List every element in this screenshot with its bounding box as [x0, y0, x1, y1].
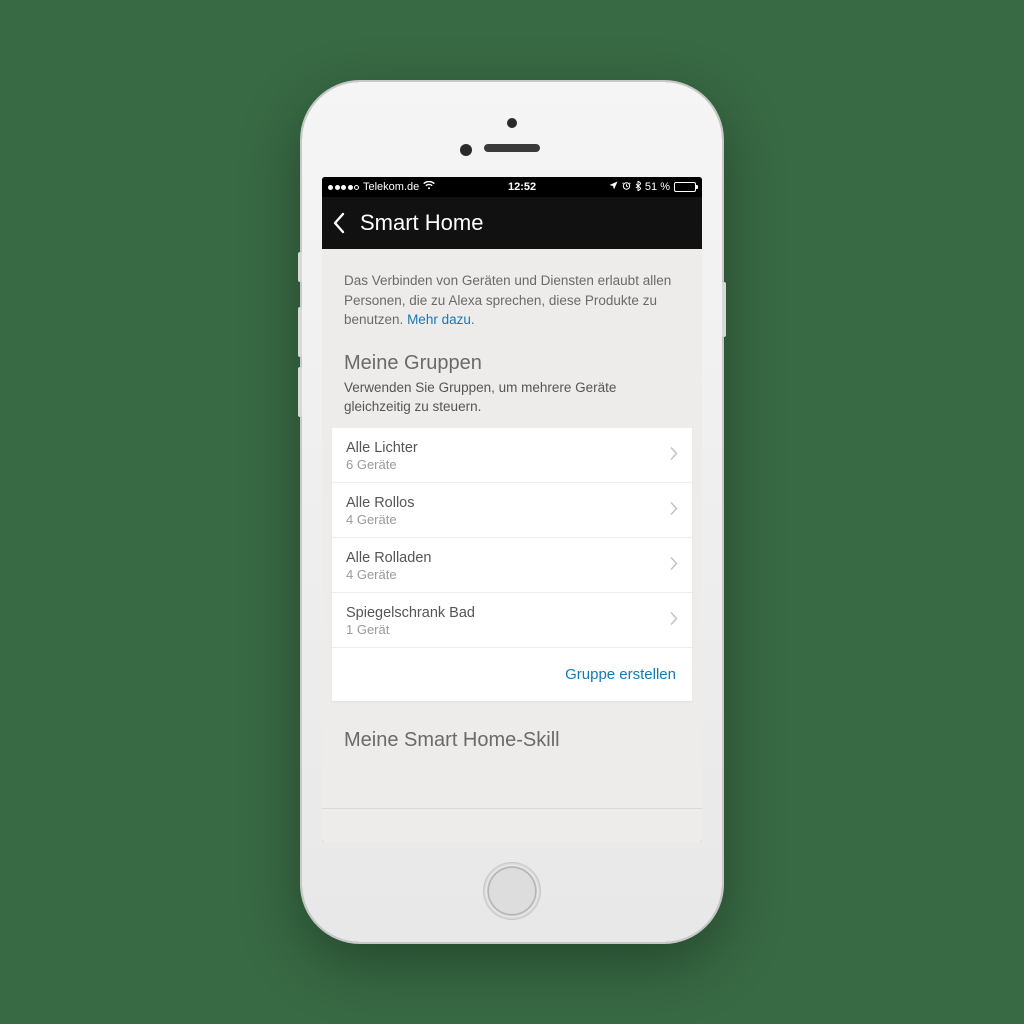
groups-section-subtitle: Verwenden Sie Gruppen, um mehrere Geräte…	[322, 379, 702, 429]
status-bar: Telekom.de 12:52 51 %	[322, 177, 702, 197]
page-title: Smart Home	[360, 210, 483, 236]
group-name: Spiegelschrank Bad	[346, 605, 475, 621]
groups-card: Alle Lichter 6 Geräte Alle Rollos 4 Gerä…	[332, 428, 692, 701]
group-meta: 1 Gerät	[346, 622, 475, 637]
group-meta: 6 Geräte	[346, 457, 418, 472]
group-meta: 4 Geräte	[346, 567, 431, 582]
wifi-icon	[423, 181, 435, 193]
mute-switch	[298, 252, 302, 282]
intro-body: Das Verbinden von Geräten und Diensten e…	[344, 273, 671, 327]
alarm-icon	[622, 181, 631, 193]
carrier-label: Telekom.de	[363, 181, 419, 193]
chevron-right-icon	[670, 612, 678, 630]
chevron-right-icon	[670, 502, 678, 520]
front-camera-dot	[507, 118, 517, 128]
chevron-right-icon	[670, 447, 678, 465]
earpiece-speaker	[484, 144, 540, 152]
chevron-left-icon	[332, 212, 346, 234]
group-name: Alle Lichter	[346, 440, 418, 456]
groups-section-title: Meine Gruppen	[322, 346, 702, 379]
status-left: Telekom.de	[328, 181, 435, 193]
group-meta: 4 Geräte	[346, 512, 415, 527]
nav-bar: Smart Home	[322, 197, 702, 249]
phone-frame: Telekom.de 12:52 51 %	[302, 82, 722, 942]
bluetooth-icon	[635, 181, 641, 194]
group-row[interactable]: Alle Rollos 4 Geräte	[332, 483, 692, 538]
battery-percent-label: 51 %	[645, 181, 670, 193]
group-row[interactable]: Alle Rolladen 4 Geräte	[332, 538, 692, 593]
intro-text: Das Verbinden von Geräten und Diensten e…	[322, 249, 702, 346]
group-name: Alle Rolladen	[346, 550, 431, 566]
proximity-sensor	[460, 144, 472, 156]
group-row[interactable]: Spiegelschrank Bad 1 Gerät	[332, 593, 692, 648]
signal-strength-icon	[328, 185, 359, 190]
group-row[interactable]: Alle Lichter 6 Geräte	[332, 428, 692, 483]
chevron-right-icon	[670, 557, 678, 575]
home-button[interactable]	[483, 862, 541, 920]
status-right: 51 %	[609, 181, 696, 194]
location-icon	[609, 181, 618, 193]
group-name: Alle Rollos	[346, 495, 415, 511]
learn-more-link[interactable]: Mehr dazu.	[407, 312, 475, 327]
content-fade	[322, 808, 702, 842]
content-area[interactable]: Das Verbinden von Geräten und Diensten e…	[322, 249, 702, 842]
volume-up-button	[298, 307, 302, 357]
clock-label: 12:52	[508, 181, 536, 193]
volume-down-button	[298, 367, 302, 417]
battery-icon	[674, 182, 696, 192]
power-button	[722, 282, 726, 337]
screen: Telekom.de 12:52 51 %	[322, 177, 702, 842]
create-group-button[interactable]: Gruppe erstellen	[332, 648, 692, 701]
next-section-title-peek: Meine Smart Home-Skill	[322, 701, 702, 752]
back-button[interactable]	[332, 212, 346, 234]
